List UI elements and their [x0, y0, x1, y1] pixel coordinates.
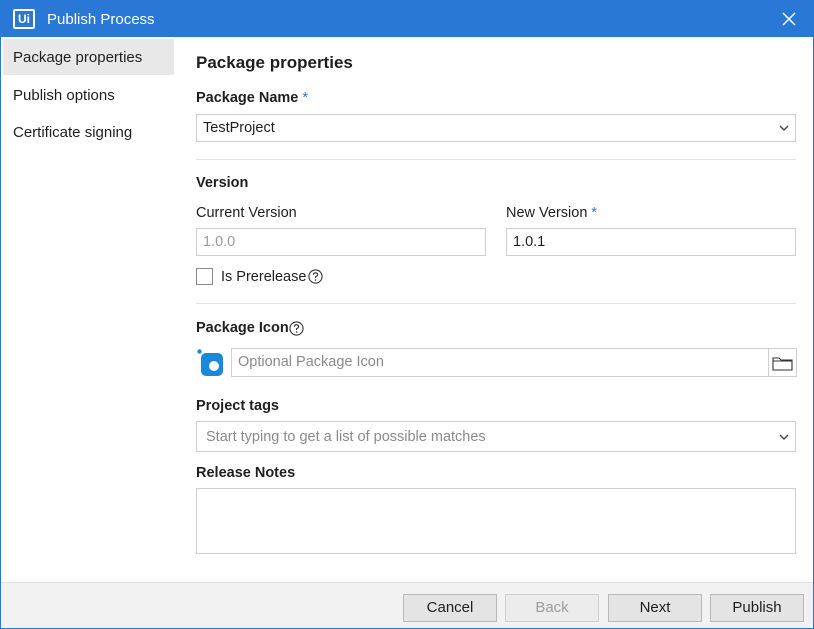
sidebar: Package properties Publish options Certi… [1, 37, 177, 582]
cancel-button[interactable]: Cancel [403, 594, 497, 622]
new-version-input[interactable]: 1.0.1 [506, 228, 796, 256]
project-tags-label: Project tags [196, 398, 279, 414]
browse-folder-button[interactable] [769, 348, 797, 377]
publish-process-dialog: Ui Publish Process Package properties Pu… [0, 0, 814, 629]
uipath-logo-icon: Ui [13, 9, 35, 29]
release-notes-label: Release Notes [196, 465, 296, 481]
current-version-label: Current Version [196, 205, 297, 221]
sidebar-item-label: Package properties [13, 49, 143, 66]
is-prerelease-checkbox[interactable] [196, 268, 213, 285]
package-name-label: Package Name * [196, 90, 308, 106]
sidebar-item-label: Certificate signing [13, 124, 133, 141]
window-title: Publish Process [47, 11, 155, 28]
version-section-label: Version [196, 175, 249, 191]
package-icon-preview-icon [197, 349, 223, 376]
sidebar-item-label: Publish options [13, 87, 115, 104]
chevron-down-icon [779, 125, 789, 131]
folder-icon [772, 357, 793, 371]
package-name-dropdown[interactable]: TestProject [196, 114, 796, 142]
required-mark: * [591, 205, 598, 221]
package-name-value: TestProject [203, 120, 275, 136]
chevron-down-icon[interactable] [779, 433, 789, 441]
current-version-value: 1.0.0 [203, 234, 236, 250]
new-version-value: 1.0.1 [513, 234, 546, 250]
close-icon[interactable] [779, 9, 799, 29]
package-icon-input[interactable]: Optional Package Icon [231, 348, 769, 377]
next-button[interactable]: Next [608, 594, 702, 622]
publish-button[interactable]: Publish [710, 594, 804, 622]
main-panel: Package properties Package Name * TestPro… [177, 37, 813, 582]
package-name-label-text: Package Name [196, 90, 299, 106]
dialog-footer: Cancel Back Next Publish [1, 582, 813, 628]
current-version-field: 1.0.0 [196, 228, 486, 256]
page-title: Package properties [196, 53, 353, 72]
title-bar: Ui Publish Process [1, 1, 813, 37]
help-icon[interactable] [289, 321, 304, 336]
sidebar-item-package-properties[interactable]: Package properties [3, 39, 174, 75]
project-tags-placeholder: Start typing to get a list of possible m… [206, 429, 486, 445]
release-notes-textarea[interactable] [196, 488, 796, 554]
new-version-label-text: New Version [506, 205, 588, 221]
sidebar-item-publish-options[interactable]: Publish options [3, 77, 174, 113]
new-version-label: New Version * [506, 205, 597, 221]
divider [196, 303, 796, 304]
package-icon-placeholder: Optional Package Icon [238, 354, 384, 370]
project-tags-input[interactable]: Start typing to get a list of possible m… [196, 421, 796, 452]
help-icon[interactable] [308, 269, 323, 284]
package-icon-label: Package Icon [196, 320, 289, 336]
required-mark: * [302, 90, 309, 106]
back-button[interactable]: Back [505, 594, 599, 622]
divider [196, 159, 796, 160]
is-prerelease-label: Is Prerelease [221, 269, 307, 285]
sidebar-item-certificate-signing[interactable]: Certificate signing [3, 114, 174, 150]
